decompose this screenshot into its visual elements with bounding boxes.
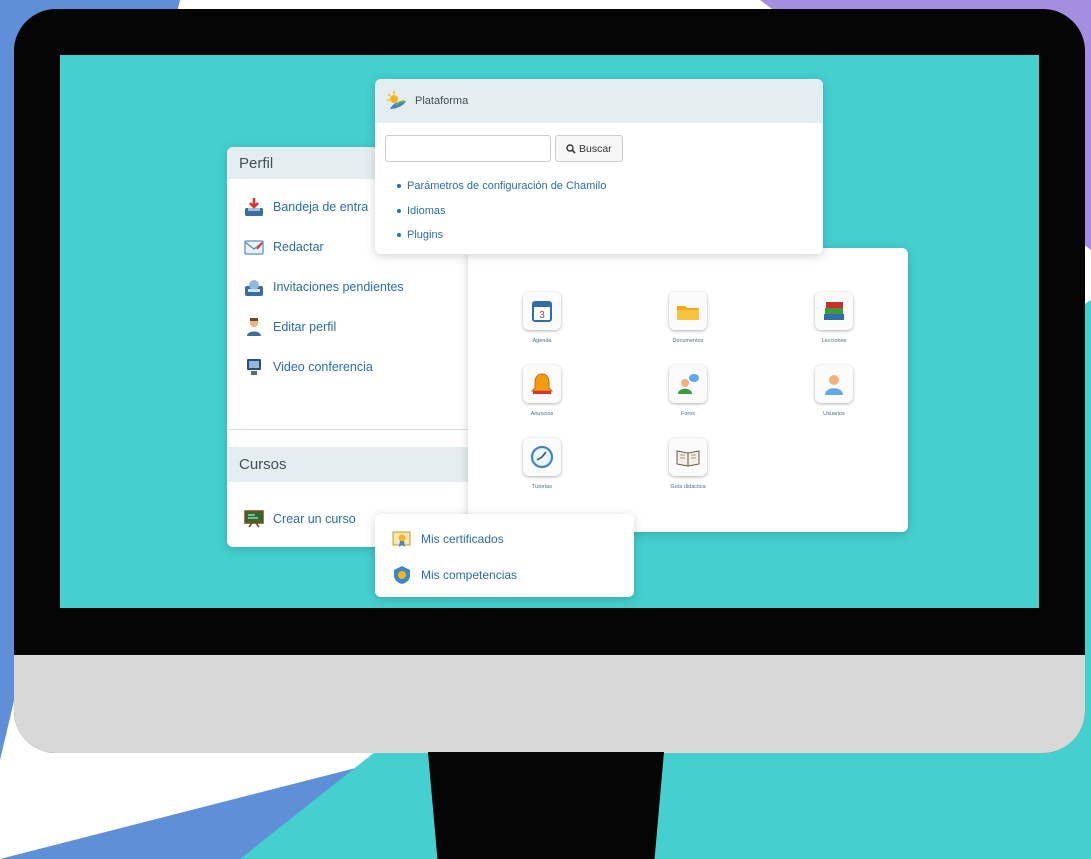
- search-row: Buscar: [375, 123, 823, 162]
- books-icon: [824, 302, 844, 320]
- tool-label: Usuarios: [823, 411, 845, 417]
- certificados-panel: Mis certificados Mis competencias: [375, 514, 634, 597]
- compose-envelope-icon: [244, 240, 264, 255]
- menu-item-mis-certificados[interactable]: Mis certificados: [375, 521, 634, 557]
- tool-tile: [523, 365, 561, 403]
- tool-label: Agenda: [532, 338, 552, 344]
- plataforma-panel-title: Plataforma: [415, 95, 469, 107]
- menu-item-label: Mis certificados: [421, 532, 504, 546]
- user-edit-icon: [247, 318, 261, 336]
- menu-item-label: Video conferencia: [273, 360, 373, 374]
- badge-icon: [394, 566, 410, 584]
- search-button-label: Buscar: [579, 142, 612, 155]
- svg-text:3: 3: [539, 310, 545, 321]
- plataforma-links: Parámetros de configuración de Chamilo I…: [375, 162, 823, 248]
- menu-item-label: Redactar: [273, 240, 324, 254]
- calendar-icon: 3: [532, 301, 552, 322]
- plataforma-panel: Plataforma Buscar Parámetros de configur…: [375, 79, 823, 254]
- divider: [227, 429, 472, 430]
- menu-item-label: Editar perfil: [273, 320, 337, 334]
- menu-item-label: Mis competencias: [421, 568, 518, 582]
- menu-item-label: Invitaciones pendientes: [273, 280, 404, 294]
- certificate-icon: [392, 531, 411, 547]
- bell-icon: [530, 373, 554, 394]
- video-conference-icon: [247, 359, 261, 375]
- link-idiomas[interactable]: Idiomas: [407, 199, 823, 224]
- course-tools-panel: 3 Agenda Documentos Lecciones Anuncios F…: [468, 248, 908, 532]
- plataforma-panel-header: Plataforma: [375, 79, 823, 123]
- tool-anuncios[interactable]: Anuncios: [502, 365, 582, 419]
- tool-label: Documentos: [672, 338, 704, 344]
- open-book-icon: [676, 450, 700, 467]
- chamilo-logo-icon: [387, 91, 406, 109]
- tool-label: Lecciones: [821, 338, 847, 344]
- menu-item-mis-competencias[interactable]: Mis competencias: [375, 557, 634, 593]
- tool-label: Tutorías: [532, 484, 552, 490]
- tool-documentos[interactable]: Documentos: [648, 292, 728, 346]
- tool-usuarios[interactable]: Usuarios: [794, 365, 874, 419]
- menu-item-invitaciones[interactable]: Invitaciones pendientes: [227, 267, 472, 307]
- link-plugins[interactable]: Plugins: [407, 223, 823, 248]
- folder-icon: [677, 306, 699, 320]
- tool-tile: [669, 292, 707, 330]
- tool-tutorias[interactable]: Tutorías: [502, 438, 582, 492]
- clock-icon: [530, 445, 554, 469]
- menu-item-label: Crear un curso: [273, 512, 356, 526]
- search-button[interactable]: Buscar: [555, 135, 623, 162]
- tool-label: Anuncios: [530, 411, 554, 417]
- tool-tile: [815, 292, 853, 330]
- tool-foros[interactable]: Foros: [648, 365, 728, 419]
- user-icon: [825, 375, 843, 395]
- tool-tile: [669, 365, 707, 403]
- tool-tile: [815, 365, 853, 403]
- tool-lecciones[interactable]: Lecciones: [794, 292, 874, 346]
- search-input[interactable]: [385, 135, 551, 162]
- inbox-download-icon: [245, 198, 263, 216]
- tool-label: Guía didáctica: [670, 484, 706, 490]
- pending-invitations-icon: [245, 280, 263, 296]
- cursos-section-title: Cursos: [227, 447, 472, 482]
- tool-tile: [669, 438, 707, 476]
- menu-item-crear-curso[interactable]: Crear un curso: [227, 499, 356, 539]
- tool-agenda[interactable]: 3 Agenda: [502, 292, 582, 346]
- monitor-chin: [14, 655, 1085, 753]
- link-parametros[interactable]: Parámetros de configuración de Chamilo: [407, 174, 823, 199]
- magnifier-icon: [566, 143, 576, 154]
- menu-item-editar-perfil[interactable]: Editar perfil: [227, 307, 472, 347]
- menu-item-label: Bandeja de entra: [273, 200, 369, 214]
- forum-users-icon: [678, 374, 699, 394]
- tool-tile: [523, 438, 561, 476]
- monitor-stand: [428, 752, 664, 859]
- tool-guia-didactica[interactable]: Guía didáctica: [648, 438, 728, 492]
- tool-tile: 3: [523, 292, 561, 330]
- blackboard-icon: [244, 510, 264, 528]
- menu-item-video-conferencia[interactable]: Video conferencia: [227, 347, 472, 387]
- tool-label: Foros: [680, 411, 696, 417]
